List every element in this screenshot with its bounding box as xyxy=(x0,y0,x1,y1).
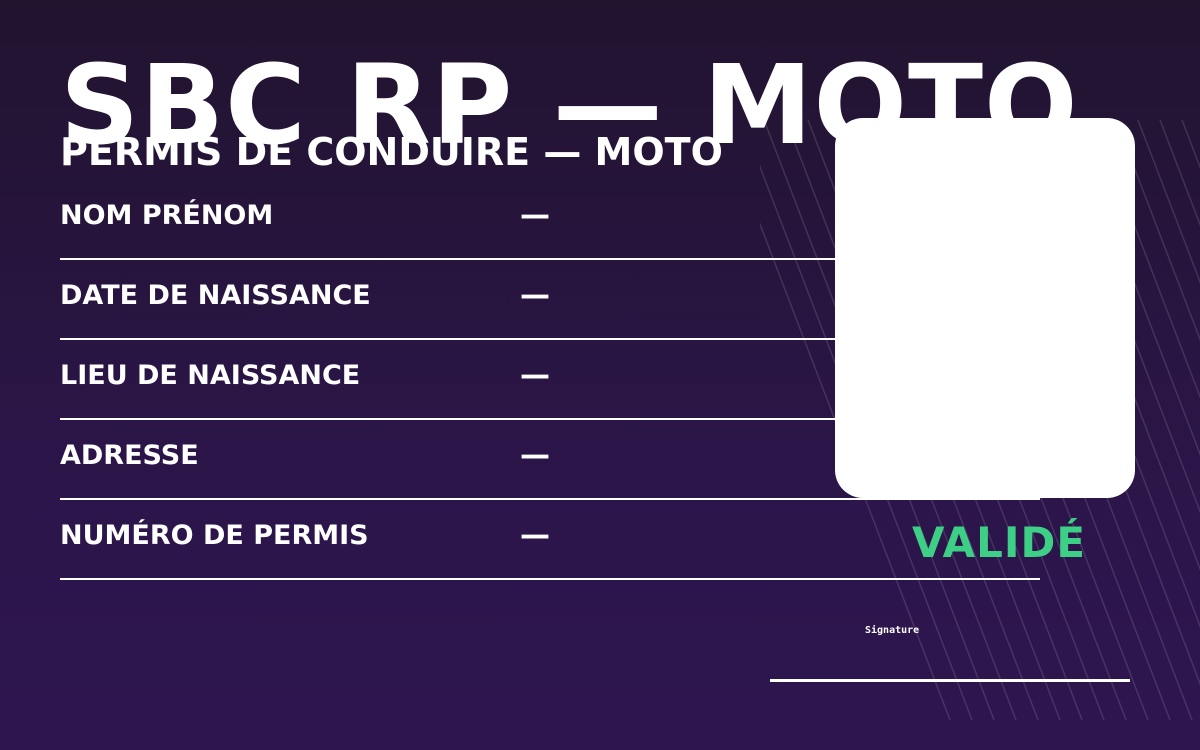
photo-placeholder xyxy=(835,118,1135,498)
field-value-name: — xyxy=(520,198,550,233)
signature-line xyxy=(770,679,1130,682)
field-divider xyxy=(60,578,1040,580)
hatch-line xyxy=(1137,120,1200,284)
field-label-address: ADRESSE xyxy=(60,440,199,471)
field-label-birth-date: DATE DE NAISSANCE xyxy=(60,280,371,311)
field-value-address: — xyxy=(520,438,550,473)
field-label-name: NOM PRÉNOM xyxy=(60,200,274,231)
field-value-license-number: — xyxy=(520,518,550,553)
signature-label: Signature xyxy=(865,625,920,636)
card-subtitle: PERMIS DE CONDUIRE — MOTO xyxy=(60,130,723,174)
field-value-birth-place: — xyxy=(520,358,550,393)
status-badge: VALIDÉ xyxy=(912,518,1087,567)
field-value-birth-date: — xyxy=(520,278,550,313)
hatch-line xyxy=(1181,120,1200,170)
field-label-birth-place: LIEU DE NAISSANCE xyxy=(60,360,361,391)
field-label-license-number: NUMÉRO DE PERMIS xyxy=(60,520,369,551)
field-row-license-number: NUMÉRO DE PERMIS — xyxy=(60,500,1040,580)
